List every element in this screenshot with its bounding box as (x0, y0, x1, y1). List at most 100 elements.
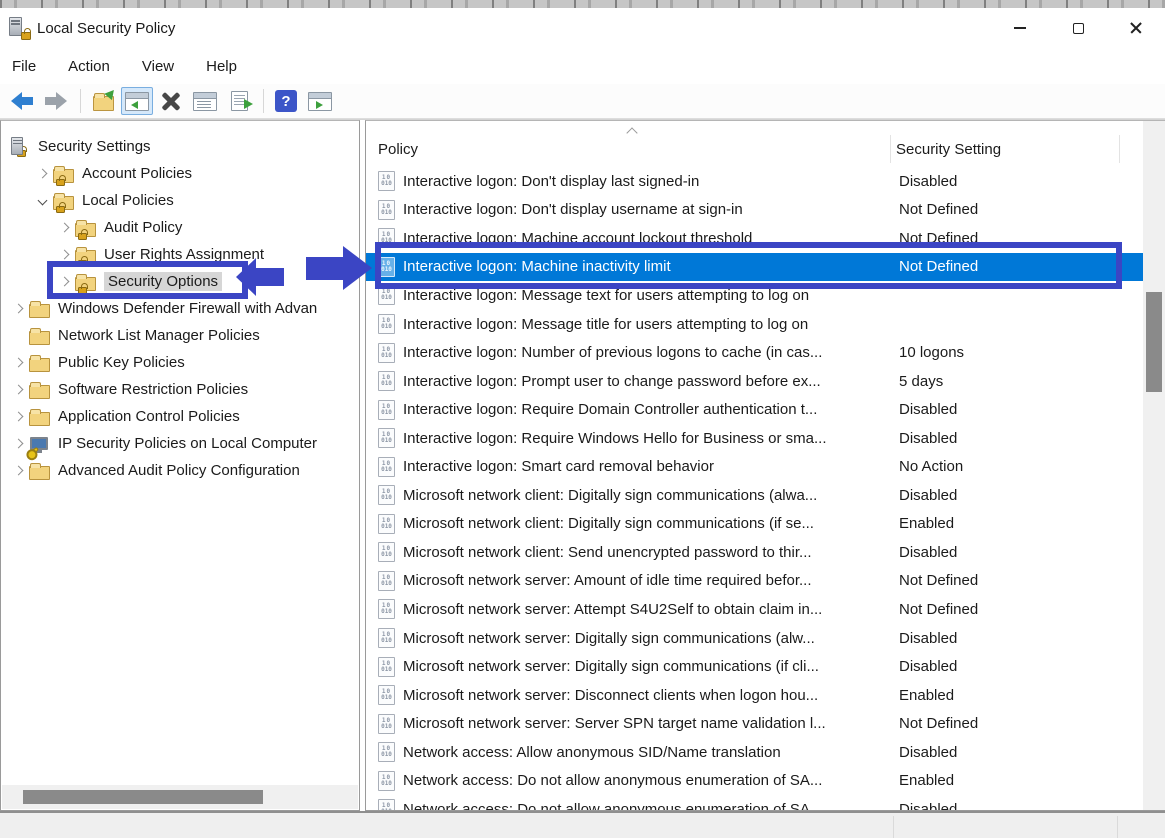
properties-button[interactable] (189, 87, 221, 115)
chevron-icon[interactable] (7, 305, 29, 312)
policy-document-icon (378, 599, 395, 619)
sort-ascending-icon (628, 127, 637, 136)
tree-item-icon (29, 299, 53, 319)
maximize-button[interactable] (1049, 8, 1107, 48)
bottom-strip-line (1117, 816, 1118, 838)
chevron-icon[interactable] (53, 278, 75, 285)
minimize-button[interactable] (991, 8, 1049, 48)
sidebar-item-local-policies[interactable]: Local Policies (1, 187, 359, 214)
policy-name: Interactive logon: Machine account locko… (403, 230, 899, 247)
tree-horizontal-scrollbar-thumb[interactable] (23, 790, 263, 804)
forward-button[interactable] (40, 87, 72, 115)
tree-item-label: Security Settings (38, 138, 151, 155)
chevron-icon[interactable] (31, 197, 53, 204)
policy-name: Interactive logon: Message title for use… (403, 316, 899, 333)
sidebar-item-advanced-audit-policy-configuration[interactable]: Advanced Audit Policy Configuration (1, 457, 359, 484)
sidebar-item-account-policies[interactable]: Account Policies (1, 160, 359, 187)
policy-setting-value: Not Defined (899, 201, 978, 218)
policy-setting-value: Not Defined (899, 715, 978, 732)
policy-row[interactable]: Network access: Do not allow anonymous e… (366, 795, 1143, 810)
policy-row[interactable]: Network access: Do not allow anonymous e… (366, 766, 1143, 795)
policy-row[interactable]: Microsoft network client: Send unencrypt… (366, 538, 1143, 567)
sidebar-item-network-list-manager-policies[interactable]: Network List Manager Policies (1, 322, 359, 349)
sidebar-item-ip-security-policies-on-local-computer[interactable]: IP Security Policies on Local Computer (1, 430, 359, 457)
tree-item-icon (75, 245, 99, 265)
policy-row[interactable]: Microsoft network server: Digitally sign… (366, 652, 1143, 681)
policy-name: Microsoft network server: Server SPN tar… (403, 715, 899, 732)
chevron-icon[interactable] (7, 413, 29, 420)
policy-row[interactable]: Interactive logon: Message text for user… (366, 281, 1143, 310)
new-window-button[interactable] (304, 87, 336, 115)
list-vertical-scrollbar[interactable] (1143, 121, 1165, 810)
policy-row[interactable]: Interactive logon: Require Windows Hello… (366, 424, 1143, 453)
chevron-icon[interactable] (7, 386, 29, 393)
column-separator[interactable] (890, 135, 891, 163)
sidebar-item-security-options[interactable]: Security Options (1, 268, 359, 295)
menu-item-view[interactable]: View (142, 54, 174, 79)
policy-row[interactable]: Microsoft network server: Amount of idle… (366, 567, 1143, 596)
chevron-icon[interactable] (53, 251, 75, 258)
sidebar-item-windows-defender-firewall-with-advan[interactable]: Windows Defender Firewall with Advan (1, 295, 359, 322)
policy-row[interactable]: Interactive logon: Don't display last si… (366, 167, 1143, 196)
policy-name: Network access: Do not allow anonymous e… (403, 801, 899, 810)
policy-row[interactable]: Microsoft network server: Disconnect cli… (366, 681, 1143, 710)
policy-row[interactable]: Microsoft network server: Digitally sign… (366, 624, 1143, 653)
policy-name: Network access: Allow anonymous SID/Name… (403, 744, 899, 761)
chevron-icon[interactable] (7, 359, 29, 366)
policy-document-icon (378, 571, 395, 591)
menu-item-file[interactable]: File (12, 54, 36, 79)
close-button[interactable] (1107, 8, 1165, 48)
policy-row[interactable]: Microsoft network client: Digitally sign… (366, 510, 1143, 539)
show-console-tree-button[interactable] (121, 87, 153, 115)
minimize-icon (1014, 27, 1026, 29)
chevron-icon[interactable] (7, 467, 29, 474)
sidebar-item-public-key-policies[interactable]: Public Key Policies (1, 349, 359, 376)
tree: Security Settings Account Policies Local… (1, 133, 359, 484)
policy-row[interactable]: Interactive logon: Machine account locko… (366, 224, 1143, 253)
policy-row[interactable]: Interactive logon: Number of previous lo… (366, 338, 1143, 367)
back-icon (11, 94, 33, 108)
policy-row[interactable]: Interactive logon: Smart card removal be… (366, 452, 1143, 481)
chevron-icon[interactable] (53, 224, 75, 231)
chevron-icon[interactable] (31, 170, 53, 177)
policy-row[interactable]: Network access: Allow anonymous SID/Name… (366, 738, 1143, 767)
menu-item-action[interactable]: Action (68, 54, 110, 79)
policy-row[interactable]: Interactive logon: Machine inactivity li… (366, 253, 1143, 282)
policy-setting-value: Not Defined (899, 230, 978, 247)
tree-item-label: Account Policies (82, 165, 192, 182)
sidebar-item-audit-policy[interactable]: Audit Policy (1, 214, 359, 241)
policy-row[interactable]: Microsoft network server: Server SPN tar… (366, 709, 1143, 738)
policy-name: Interactive logon: Machine inactivity li… (403, 258, 899, 275)
policy-row[interactable]: Interactive logon: Require Domain Contro… (366, 395, 1143, 424)
tree-item-icon (29, 407, 53, 427)
policy-document-icon (378, 285, 395, 305)
tree-item-icon (29, 380, 53, 400)
up-folder-button[interactable] (87, 87, 119, 115)
tree-horizontal-scrollbar[interactable] (2, 785, 358, 809)
policy-row[interactable]: Microsoft network server: Attempt S4U2Se… (366, 595, 1143, 624)
policy-row[interactable]: Microsoft network client: Digitally sign… (366, 481, 1143, 510)
column-header-policy[interactable]: Policy (378, 141, 418, 158)
column-header-security-setting[interactable]: Security Setting (896, 141, 1001, 158)
sidebar-item-security-settings[interactable]: Security Settings (1, 133, 359, 160)
policy-setting-value: Disabled (899, 401, 957, 418)
bottom-strip (0, 813, 1165, 838)
policy-row[interactable]: Interactive logon: Don't display usernam… (366, 196, 1143, 225)
column-separator[interactable] (1119, 135, 1120, 163)
tree-item-label: IP Security Policies on Local Computer (58, 435, 317, 452)
delete-button[interactable] (155, 87, 187, 115)
menu-item-help[interactable]: Help (206, 54, 237, 79)
sidebar-item-user-rights-assignment[interactable]: User Rights Assignment (1, 241, 359, 268)
policy-name: Microsoft network client: Digitally sign… (403, 515, 899, 532)
policy-row[interactable]: Interactive logon: Message title for use… (366, 310, 1143, 339)
policy-row[interactable]: Interactive logon: Prompt user to change… (366, 367, 1143, 396)
list-vertical-scrollbar-thumb[interactable] (1146, 292, 1162, 392)
back-button[interactable] (6, 87, 38, 115)
sidebar-item-application-control-policies[interactable]: Application Control Policies (1, 403, 359, 430)
sidebar-item-software-restriction-policies[interactable]: Software Restriction Policies (1, 376, 359, 403)
help-button[interactable] (270, 87, 302, 115)
export-list-button[interactable] (223, 87, 255, 115)
chevron-icon[interactable] (7, 440, 29, 447)
policy-setting-value: Not Defined (899, 572, 978, 589)
policy-name: Interactive logon: Prompt user to change… (403, 373, 899, 390)
